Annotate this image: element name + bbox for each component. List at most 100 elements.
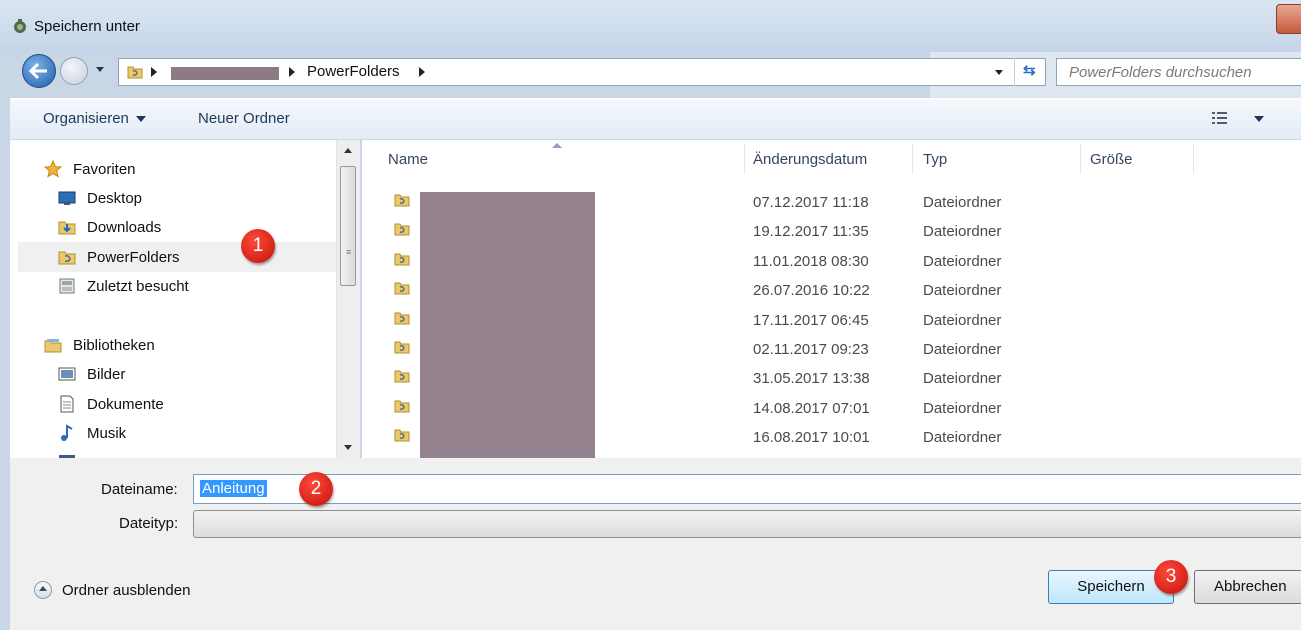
column-divider[interactable] [1080,144,1081,174]
new-folder-button[interactable]: Neuer Ordner [198,110,290,127]
powerfolder-icon [394,282,410,295]
redacted-breadcrumb [171,67,279,80]
scrollbar-thumb[interactable]: ≡ [340,166,356,286]
powerfolder-icon [394,253,410,266]
column-divider[interactable] [1193,144,1194,174]
file-list: Name Änderungsdatum Typ Größe 07.12.2017… [362,140,1301,458]
file-date: 07.12.2017 11:18 [753,194,869,211]
chevron-down-icon [135,116,146,123]
file-type: Dateiordner [923,194,1002,211]
view-dropdown-icon[interactable] [1254,116,1264,122]
breadcrumb-powerfolders[interactable]: PowerFolders [307,63,400,80]
chevron-up-icon [39,586,47,591]
recent-places-icon [59,278,75,294]
window-title: Speichern unter [34,18,140,35]
powerfolder-icon [394,312,410,325]
nav-label: Musik [87,425,127,442]
save-form: Dateiname: Anleitung Dateityp: Ordner au… [10,458,1301,630]
close-button[interactable] [1276,4,1301,34]
app-icon [14,19,26,33]
downloads-icon [58,221,76,235]
filename-input[interactable]: Anleitung [193,474,1301,504]
powerfolder-icon [58,251,76,265]
powerfolder-icon [394,370,410,383]
nav-label: Bilder [87,366,126,383]
breadcrumb-separator-icon[interactable] [151,67,157,77]
nav-label: Desktop [87,190,143,207]
nav-label: Favoriten [73,161,136,178]
view-options-icon[interactable] [1212,111,1228,125]
column-divider[interactable] [912,144,913,174]
back-button[interactable] [22,54,56,88]
organize-button[interactable]: Organisieren [43,110,146,127]
recent-locations-dropdown-icon[interactable] [95,64,105,74]
file-date: 11.01.2018 08:30 [753,252,869,270]
powerfolder-icon [394,341,410,354]
file-type: Dateiordner [923,429,1002,447]
nav-label: Bibliotheken [73,337,155,354]
navigation-pane: Favoriten Desktop Downloads PowerFolders… [10,140,336,458]
column-header-type[interactable]: Typ [923,151,947,168]
file-date: 16.08.2017 10:01 [753,429,870,447]
scroll-up-icon[interactable] [344,148,352,153]
star-icon [44,160,62,178]
filename-value[interactable]: Anleitung [200,480,267,497]
search-box[interactable] [1056,58,1301,86]
address-dropdown-icon[interactable] [988,63,1010,81]
powerfolder-icon [394,223,410,236]
file-date: 19.12.2017 11:35 [753,223,869,241]
filetype-label: Dateityp: [119,515,179,532]
annotation-badge-3: 3 [1154,560,1188,594]
hide-folders-button[interactable] [34,581,52,599]
forward-button[interactable] [60,57,88,85]
file-date: 14.08.2017 07:01 [753,399,870,417]
title-bar: Speichern unter [0,0,1301,52]
filename-label: Dateiname: [101,481,178,498]
file-type: Dateiordner [923,282,1002,300]
breadcrumb-separator-icon[interactable] [419,67,425,77]
nav-label: Zuletzt besucht [87,278,189,295]
scroll-down-icon[interactable] [344,445,352,450]
libraries-icon [44,339,62,353]
file-type: Dateiordner [923,223,1002,241]
search-input[interactable] [1067,63,1296,82]
powerfolder-icon [394,194,410,207]
column-header-date[interactable]: Änderungsdatum [753,151,867,168]
grip-icon: ≡ [346,247,352,257]
music-icon [61,424,73,441]
file-date: 17.11.2017 06:45 [753,311,869,329]
refresh-icon: ⇆ [1023,62,1036,79]
file-date: 02.11.2017 09:23 [753,341,869,358]
hide-folders-label[interactable]: Ordner ausblenden [62,582,190,599]
arrow-left-icon [29,62,47,80]
command-bar: Organisieren Neuer Ordner [10,98,1301,140]
folder-icon [127,66,143,79]
desktop-icon [58,191,76,205]
annotation-badge-2: 2 [299,472,333,506]
pictures-icon [58,367,76,381]
nav-label: Downloads [87,219,162,236]
column-divider[interactable] [744,144,745,174]
file-type: Dateiordner [923,399,1002,417]
address-bar[interactable]: PowerFolders [118,58,1046,86]
file-type: Dateiordner [923,370,1002,388]
nav-scrollbar[interactable]: ≡ [336,140,360,458]
refresh-button[interactable]: ⇆ [1014,58,1046,86]
powerfolder-icon [394,400,410,413]
organize-label: Organisieren [43,110,129,127]
annotation-badge-1: 1 [241,229,275,263]
column-header-name[interactable]: Name [388,151,428,168]
file-date: 31.05.2017 13:38 [753,370,870,388]
sort-ascending-icon [552,143,562,148]
column-header-size[interactable]: Größe [1090,151,1133,168]
redacted-names [420,192,595,458]
nav-label: PowerFolders [87,249,180,266]
filetype-select[interactable] [193,510,1301,538]
file-type: Dateiordner [923,252,1002,270]
file-type: Dateiordner [923,341,1002,358]
documents-icon [60,395,74,413]
file-type: Dateiordner [923,311,1002,329]
nav-label: Dokumente [87,396,164,413]
cancel-button[interactable]: Abbrechen [1194,570,1301,604]
breadcrumb-separator-icon[interactable] [289,67,295,77]
